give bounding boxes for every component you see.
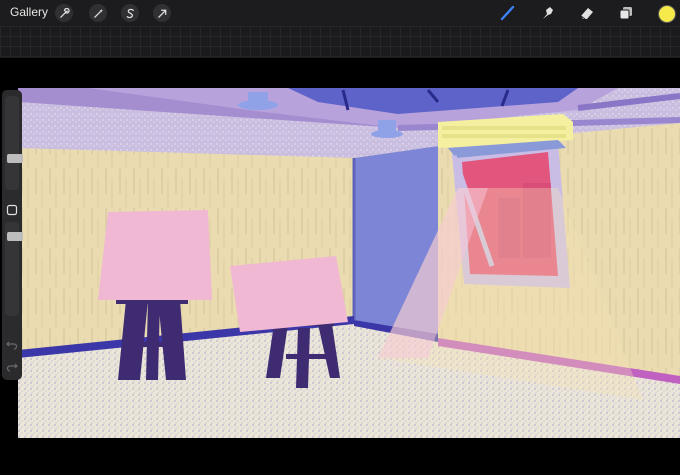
brush-icon[interactable]: [497, 3, 519, 23]
artwork-canvas[interactable]: [18, 88, 680, 438]
selection-s-icon[interactable]: [121, 4, 139, 22]
brush-size-handle[interactable]: [7, 154, 23, 163]
layers-icon[interactable]: [615, 3, 637, 23]
brush-size-slider[interactable]: [5, 96, 23, 190]
toolbar-strip: [0, 26, 680, 58]
undo-icon[interactable]: [6, 338, 18, 350]
eraser-icon[interactable]: [576, 3, 598, 23]
cursor-arrow-icon[interactable]: [153, 4, 171, 22]
room-illustration: [18, 88, 680, 438]
left-sidebar: [2, 90, 23, 380]
opacity-slider[interactable]: [5, 222, 23, 316]
wrench-icon[interactable]: [55, 4, 73, 22]
smudge-finger-icon[interactable]: [537, 3, 559, 23]
color-swatch[interactable]: [658, 5, 676, 23]
top-toolbar: Gallery: [0, 0, 680, 26]
gallery-button[interactable]: Gallery: [10, 5, 48, 19]
opacity-handle[interactable]: [7, 232, 23, 241]
redo-icon[interactable]: [6, 360, 18, 372]
modify-square-icon[interactable]: [6, 204, 18, 216]
magic-wand-icon[interactable]: [89, 4, 107, 22]
